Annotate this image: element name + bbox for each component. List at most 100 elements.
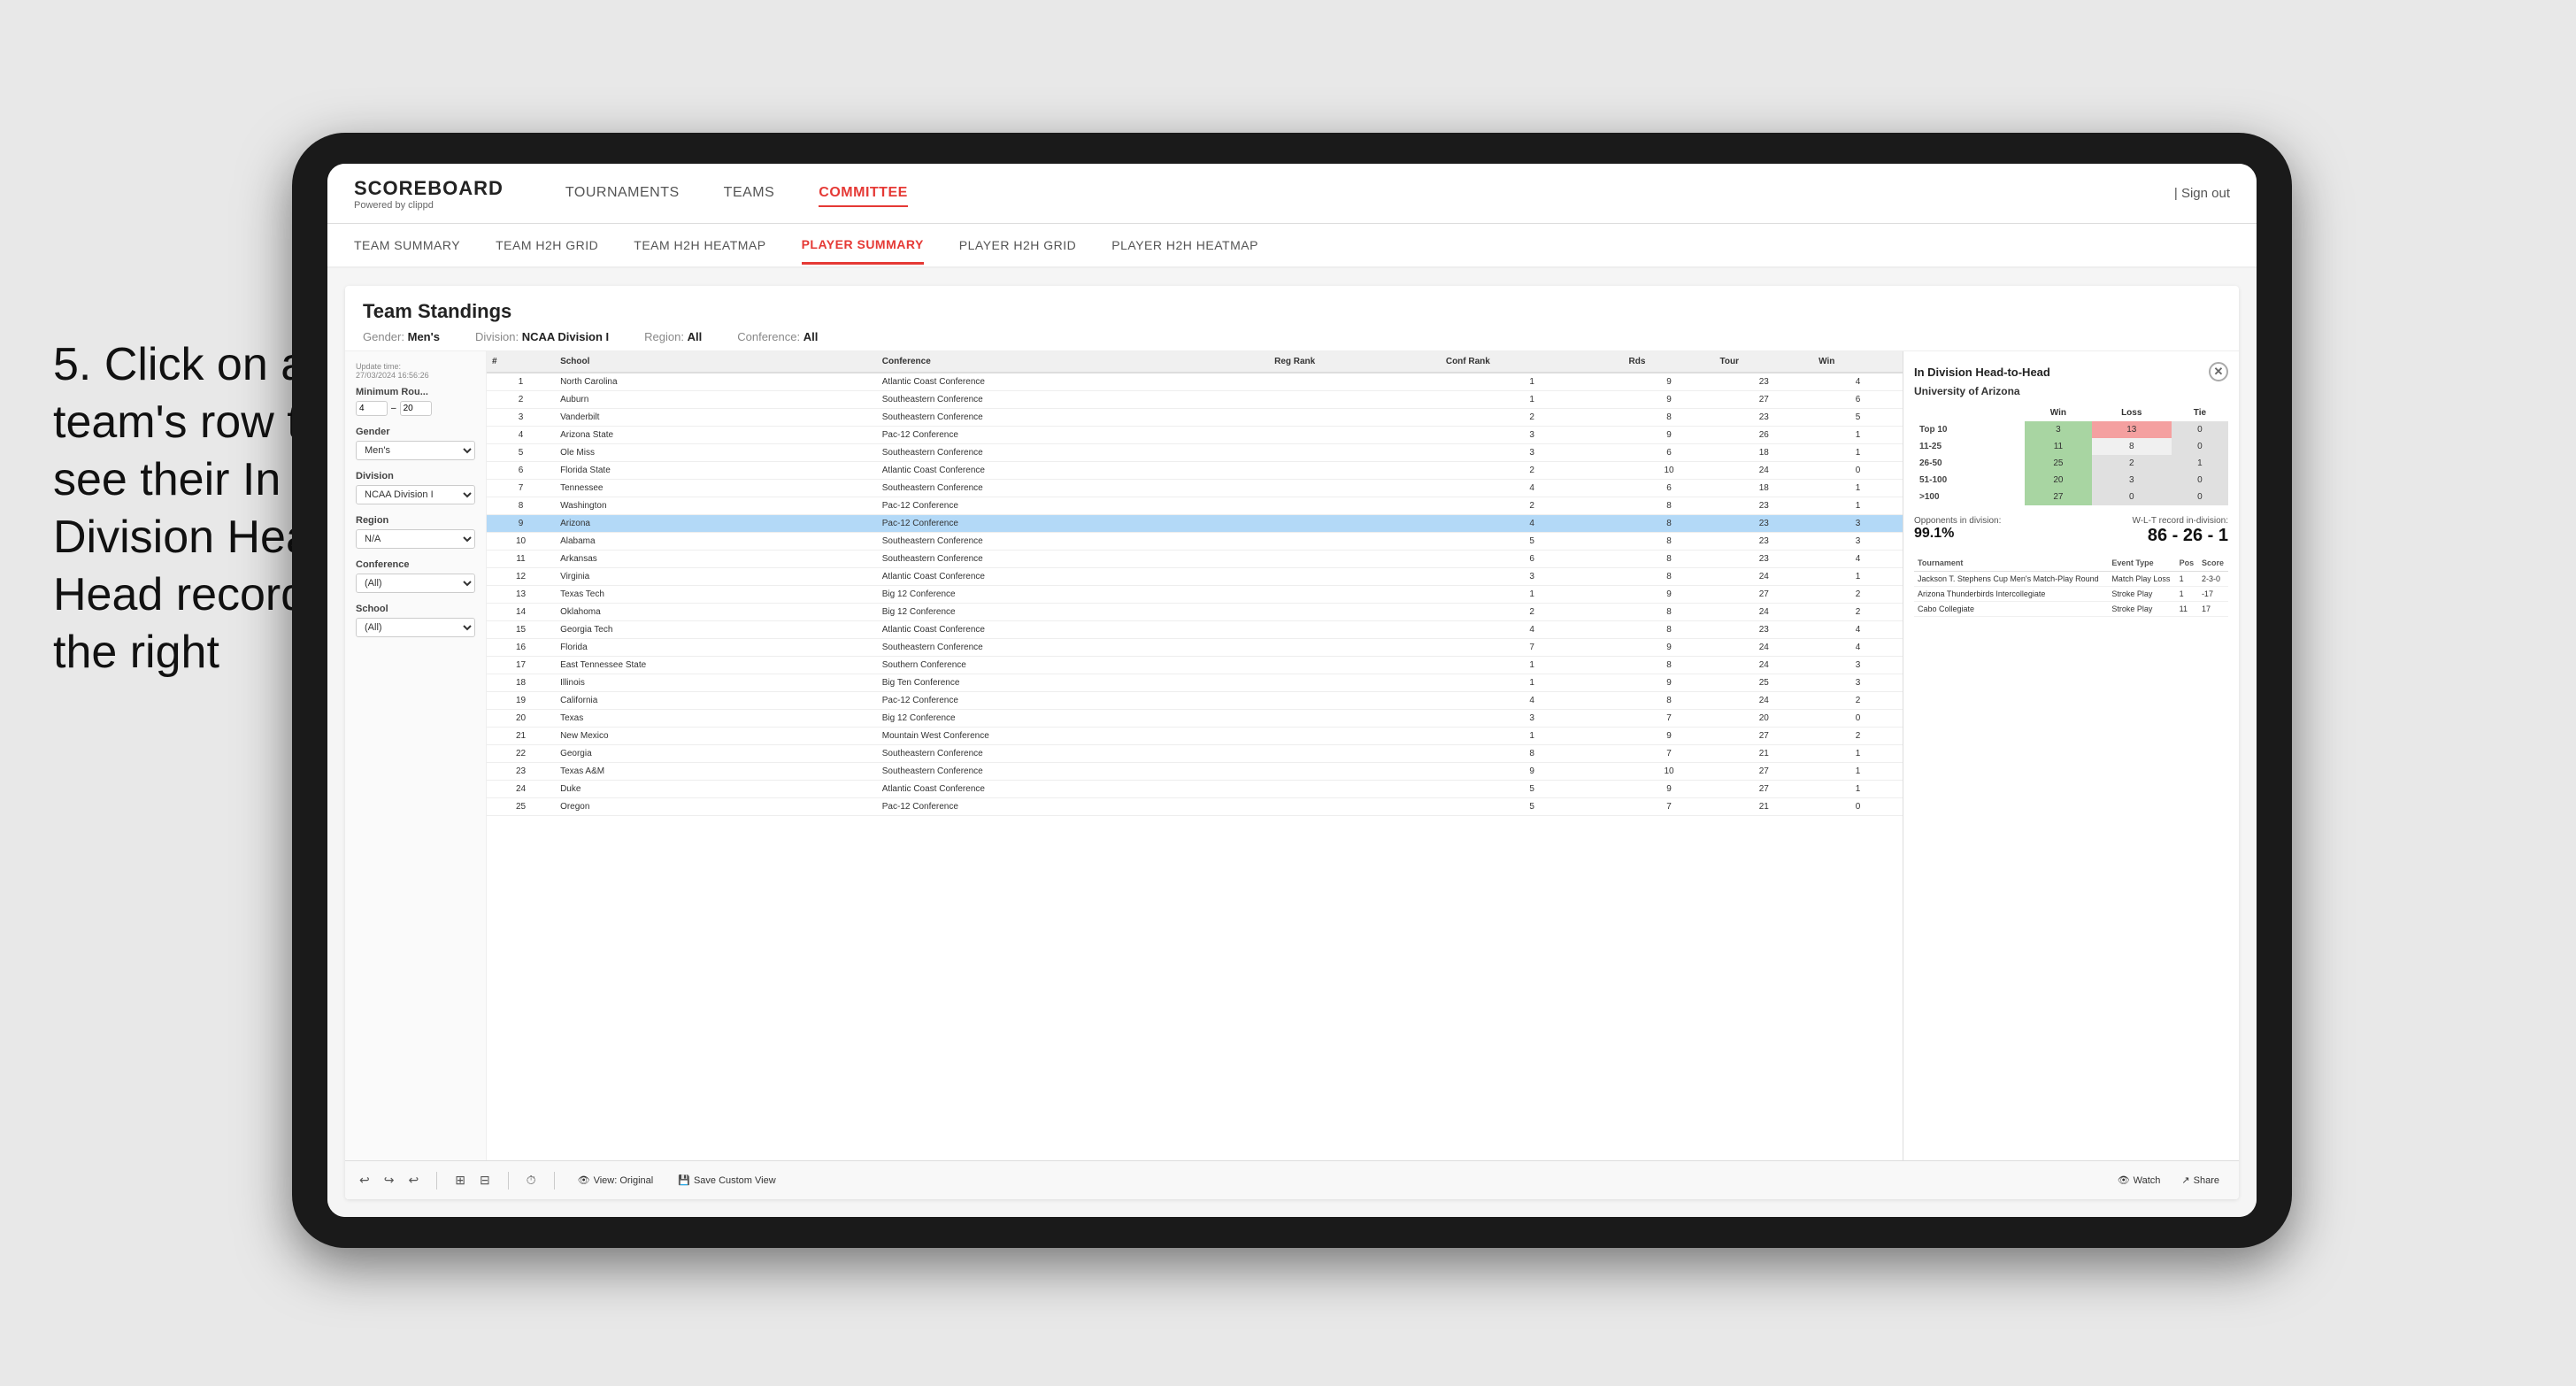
cell-conf-rank: 1 [1441, 586, 1624, 604]
table-row[interactable]: 19 California Pac-12 Conference 4 8 24 2 [487, 692, 1903, 710]
cell-rds: 10 [1624, 462, 1715, 480]
subnav-team-summary[interactable]: TEAM SUMMARY [354, 227, 460, 263]
division-select[interactable]: NCAA Division I [356, 485, 475, 504]
view-original-btn[interactable]: 👁 View: Original [573, 1172, 659, 1189]
nav-link-tournaments[interactable]: TOURNAMENTS [565, 181, 680, 207]
table-row[interactable]: 6 Florida State Atlantic Coast Conferenc… [487, 462, 1903, 480]
table-row[interactable]: 11 Arkansas Southeastern Conference 6 8 … [487, 551, 1903, 568]
table-row[interactable]: 2 Auburn Southeastern Conference 1 9 27 … [487, 391, 1903, 409]
cell-conference: Southeastern Conference [877, 745, 1269, 763]
time-icon[interactable]: ⏱ [527, 1173, 536, 1188]
h2h-cell-label: 11-25 [1914, 438, 2025, 455]
h2h-close-button[interactable]: ✕ [2209, 362, 2228, 381]
cell-rds: 8 [1624, 604, 1715, 621]
table-row[interactable]: 23 Texas A&M Southeastern Conference 9 1… [487, 763, 1903, 781]
subnav-player-h2h-grid[interactable]: PLAYER H2H GRID [959, 227, 1077, 263]
cell-reg-rank [1269, 533, 1441, 551]
region-select[interactable]: N/A [356, 529, 475, 549]
cell-conf-rank: 3 [1441, 710, 1624, 728]
table-row[interactable]: 12 Virginia Atlantic Coast Conference 3 … [487, 568, 1903, 586]
table-row[interactable]: 1 North Carolina Atlantic Coast Conferen… [487, 373, 1903, 391]
table-row[interactable]: 20 Texas Big 12 Conference 3 7 20 0 [487, 710, 1903, 728]
table-row[interactable]: 13 Texas Tech Big 12 Conference 1 9 27 2 [487, 586, 1903, 604]
subnav-team-h2h-heatmap[interactable]: TEAM H2H HEATMAP [634, 227, 765, 263]
h2h-row: >100 27 0 0 [1914, 489, 2228, 505]
cell-num: 24 [487, 781, 555, 798]
cell-win: 3 [1813, 657, 1903, 674]
share-btn[interactable]: ↗ Share [2176, 1172, 2225, 1189]
table-row[interactable]: 8 Washington Pac-12 Conference 2 8 23 1 [487, 497, 1903, 515]
save-custom-btn[interactable]: 💾 Save Custom View [673, 1172, 780, 1189]
redo-left-icon[interactable]: ↪ [384, 1173, 395, 1188]
school-select[interactable]: (All) [356, 618, 475, 637]
h2h-breakdown-table: Win Loss Tie Top 10 3 13 0 11-25 11 8 [1914, 404, 2228, 505]
cell-school: Illinois [555, 674, 877, 692]
cell-rds: 6 [1624, 480, 1715, 497]
table-row[interactable]: 7 Tennessee Southeastern Conference 4 6 … [487, 480, 1903, 497]
cell-school: Alabama [555, 533, 877, 551]
cell-school: Texas [555, 710, 877, 728]
cell-reg-rank [1269, 586, 1441, 604]
cell-school: Arizona [555, 515, 877, 533]
conference-select[interactable]: (All) [356, 574, 475, 593]
gender-select[interactable]: Men's [356, 441, 475, 460]
table-header: # School Conference Reg Rank Conf Rank R… [487, 351, 1903, 373]
table-row[interactable]: 22 Georgia Southeastern Conference 8 7 2… [487, 745, 1903, 763]
cell-num: 14 [487, 604, 555, 621]
cell-rds: 9 [1624, 728, 1715, 745]
h2h-cell-win: 25 [2025, 455, 2092, 472]
subnav-player-summary[interactable]: PLAYER SUMMARY [802, 227, 924, 265]
table-row[interactable]: 16 Florida Southeastern Conference 7 9 2… [487, 639, 1903, 657]
tourney-cell-name: Jackson T. Stephens Cup Men's Match-Play… [1914, 572, 2108, 587]
paste-icon[interactable]: ⊟ [480, 1173, 490, 1188]
sign-out-link[interactable]: | Sign out [2174, 186, 2230, 201]
cell-rds: 8 [1624, 533, 1715, 551]
table-row[interactable]: 15 Georgia Tech Atlantic Coast Conferenc… [487, 621, 1903, 639]
cell-school: Tennessee [555, 480, 877, 497]
cell-win: 2 [1813, 604, 1903, 621]
h2h-col-tie: Tie [2172, 404, 2228, 421]
cell-reg-rank [1269, 444, 1441, 462]
table-row[interactable]: 10 Alabama Southeastern Conference 5 8 2… [487, 533, 1903, 551]
cell-tour: 23 [1715, 409, 1814, 427]
standings-table: # School Conference Reg Rank Conf Rank R… [487, 351, 1903, 816]
cell-num: 7 [487, 480, 555, 497]
update-time: Update time: 27/03/2024 16:56:26 [356, 362, 475, 380]
cell-conference: Southeastern Conference [877, 391, 1269, 409]
redo-right-icon[interactable]: ↩ [408, 1173, 419, 1188]
watch-btn[interactable]: 👁 Watch [2112, 1172, 2166, 1189]
cell-rds: 8 [1624, 621, 1715, 639]
copy-icon[interactable]: ⊞ [455, 1173, 465, 1188]
cell-conference: Atlantic Coast Conference [877, 568, 1269, 586]
table-row[interactable]: 14 Oklahoma Big 12 Conference 2 8 24 2 [487, 604, 1903, 621]
table-row[interactable]: 17 East Tennessee State Southern Confere… [487, 657, 1903, 674]
cell-tour: 21 [1715, 745, 1814, 763]
cell-school: Georgia Tech [555, 621, 877, 639]
cell-conf-rank: 9 [1441, 763, 1624, 781]
subnav-team-h2h-grid[interactable]: TEAM H2H GRID [496, 227, 598, 263]
filter-region: Region: All [644, 330, 702, 343]
cell-tour: 18 [1715, 444, 1814, 462]
nav-link-teams[interactable]: TEAMS [724, 181, 775, 207]
table-row[interactable]: 9 Arizona Pac-12 Conference 4 8 23 3 [487, 515, 1903, 533]
cell-tour: 26 [1715, 427, 1814, 444]
min-rounds-input[interactable] [356, 401, 388, 416]
nav-link-committee[interactable]: COMMITTEE [819, 181, 908, 207]
cell-tour: 27 [1715, 586, 1814, 604]
table-row[interactable]: 3 Vanderbilt Southeastern Conference 2 8… [487, 409, 1903, 427]
table-row[interactable]: 25 Oregon Pac-12 Conference 5 7 21 0 [487, 798, 1903, 816]
h2h-cell-loss: 2 [2092, 455, 2172, 472]
filter-conference: Conference: All [737, 330, 818, 343]
undo-icon[interactable]: ↩ [359, 1173, 370, 1188]
table-row[interactable]: 24 Duke Atlantic Coast Conference 5 9 27… [487, 781, 1903, 798]
cell-win: 1 [1813, 745, 1903, 763]
subnav-player-h2h-heatmap[interactable]: PLAYER H2H HEATMAP [1111, 227, 1258, 263]
table-row[interactable]: 21 New Mexico Mountain West Conference 1… [487, 728, 1903, 745]
min-rounds-max-input[interactable] [400, 401, 432, 416]
table-row[interactable]: 5 Ole Miss Southeastern Conference 3 6 1… [487, 444, 1903, 462]
table-row[interactable]: 18 Illinois Big Ten Conference 1 9 25 3 [487, 674, 1903, 692]
tourney-cell-score: -17 [2198, 587, 2228, 602]
cell-school: Arizona State [555, 427, 877, 444]
h2h-col-win: Win [2025, 404, 2092, 421]
table-row[interactable]: 4 Arizona State Pac-12 Conference 3 9 26… [487, 427, 1903, 444]
